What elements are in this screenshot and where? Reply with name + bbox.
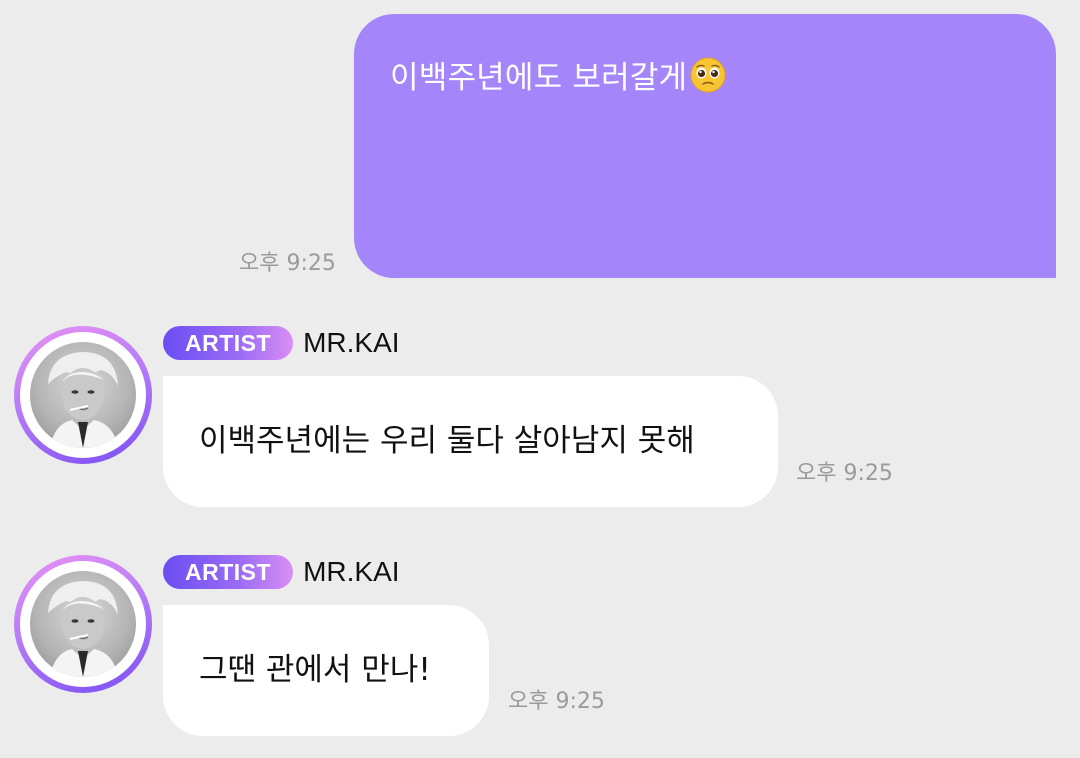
outgoing-message-bubble[interactable]: 이백주년에도 보러갈게 [354,14,1056,278]
incoming-message-bubble[interactable]: 이백주년에는 우리 둘다 살아남지 못해 [163,376,778,507]
message-timestamp: 오후 9:25 [239,251,336,276]
chat-thread: 오후 9:25 이백주년에도 보러갈게 ARTIST MR.KAI 이백주년에는… [0,0,1080,758]
artist-photo [30,342,136,448]
sender-name[interactable]: MR.KAI [303,326,399,360]
artist-avatar[interactable] [14,326,152,464]
artist-badge: ARTIST [163,555,294,589]
pleading-face-icon [689,56,727,98]
sender-name[interactable]: MR.KAI [303,555,399,589]
sender-header: ARTIST MR.KAI [163,554,400,590]
incoming-message-bubble[interactable]: 그땐 관에서 만나! [163,605,489,736]
artist-badge: ARTIST [163,326,294,360]
message-text: 이백주년에는 우리 둘다 살아남지 못해 [199,423,695,459]
message-text: 이백주년에도 보러갈게 [390,60,688,96]
message-timestamp: 오후 9:25 [508,689,605,714]
message-text: 그땐 관에서 만나! [199,652,431,688]
message-timestamp: 오후 9:25 [796,461,893,486]
artist-photo [30,571,136,677]
sender-header: ARTIST MR.KAI [163,325,400,361]
artist-avatar[interactable] [14,555,152,693]
